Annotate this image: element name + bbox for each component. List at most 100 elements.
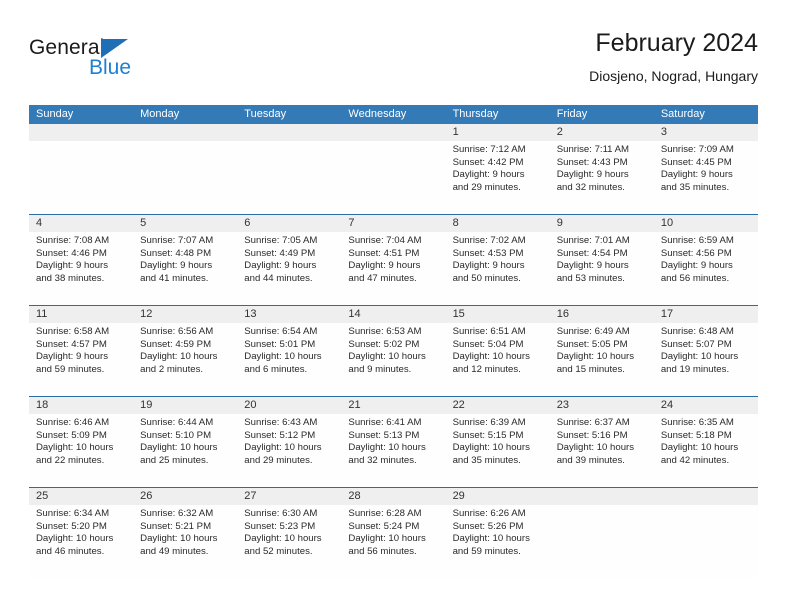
calendar-day-cell[interactable]: 3 Sunrise: 7:09 AM Sunset: 4:45 PM Daylight… (653, 124, 758, 214)
weekday-header-sunday: Sunday (36, 108, 74, 120)
weekday-header-monday: Monday (140, 108, 180, 120)
day-number: 23 (556, 399, 569, 411)
calendar-week-row: 25 Sunrise: 6:34 AM Sunset: 5:20 PM Dayligh… (29, 487, 758, 578)
daylight-text-line2: and 46 minutes. (36, 545, 105, 557)
day-number: 12 (140, 308, 153, 320)
sunset-text: Sunset: 5:16 PM (556, 429, 628, 441)
calendar-day-cell[interactable]: 29 Sunrise: 6:26 AM Sunset: 5:26 PM Dayligh… (445, 488, 550, 578)
sunrise-text: Sunrise: 6:53 AM (348, 326, 422, 337)
sunrise-text: Sunrise: 7:07 AM (140, 235, 214, 246)
sunrise-text: Sunrise: 6:46 AM (36, 417, 110, 428)
day-details: Sunrise: 6:39 AM Sunset: 5:15 PM Daylight:… (446, 414, 550, 467)
calendar-day-cell[interactable]: 16 Sunrise: 6:49 AM Sunset: 5:05 PM Dayligh… (549, 306, 654, 396)
calendar-day-cell[interactable]: 14 Sunrise: 6:53 AM Sunset: 5:02 PM Dayligh… (341, 306, 446, 396)
day-number: 22 (452, 399, 465, 411)
sunset-text: Sunset: 4:53 PM (452, 247, 524, 259)
calendar-day-cell[interactable]: 27 Sunrise: 6:30 AM Sunset: 5:23 PM Dayligh… (237, 488, 342, 578)
calendar-day-cell[interactable]: 25 Sunrise: 6:34 AM Sunset: 5:20 PM Dayligh… (29, 488, 134, 578)
day-details: Sunrise: 7:09 AM Sunset: 4:45 PM Daylight:… (654, 141, 758, 194)
day-number: 10 (660, 217, 674, 229)
daylight-text-line1: Daylight: 9 hours (660, 169, 733, 181)
calendar-day-cell[interactable]: 5 Sunrise: 7:07 AM Sunset: 4:48 PM Daylight… (133, 215, 238, 305)
calendar-day-cell[interactable]: 8 Sunrise: 7:02 AM Sunset: 4:53 PM Daylight… (445, 215, 550, 305)
day-number: 5 (140, 217, 147, 229)
sunrise-text: Sunrise: 6:41 AM (348, 417, 422, 428)
calendar-day-cell-empty (341, 124, 446, 214)
day-details: Sunrise: 7:05 AM Sunset: 4:49 PM Daylight:… (237, 232, 341, 285)
calendar-day-cell[interactable]: 10 Sunrise: 6:59 AM Sunset: 4:56 PM Dayligh… (653, 215, 758, 305)
weekday-header-thursday: Thursday (452, 108, 499, 120)
general-blue-logo: General Blue (29, 36, 239, 92)
sunset-text: Sunset: 5:07 PM (660, 338, 732, 350)
day-number-band: 28 (341, 488, 446, 505)
day-number-band: 17 (653, 306, 758, 323)
calendar-day-cell[interactable]: 21 Sunrise: 6:41 AM Sunset: 5:13 PM Dayligh… (341, 397, 446, 487)
calendar-day-cell-empty (549, 488, 654, 578)
calendar-day-cell[interactable]: 19 Sunrise: 6:44 AM Sunset: 5:10 PM Dayligh… (133, 397, 238, 487)
sunset-text: Sunset: 4:51 PM (348, 247, 420, 259)
day-number-band: 1 (445, 124, 550, 141)
calendar-grid: Sunday Monday Tuesday Wednesday Thursday Frid… (29, 105, 758, 578)
day-number: 6 (244, 217, 251, 229)
day-number-band: 22 (445, 397, 550, 414)
calendar-day-cell[interactable]: 22 Sunrise: 6:39 AM Sunset: 5:15 PM Dayligh… (445, 397, 550, 487)
day-number-band: 14 (341, 306, 446, 323)
calendar-day-cell[interactable]: 18 Sunrise: 6:46 AM Sunset: 5:09 PM Dayligh… (29, 397, 134, 487)
calendar-day-cell[interactable]: 6 Sunrise: 7:05 AM Sunset: 4:49 PM Daylight… (237, 215, 342, 305)
calendar-day-cell[interactable]: 15 Sunrise: 6:51 AM Sunset: 5:04 PM Dayligh… (445, 306, 550, 396)
calendar-day-cell[interactable]: 13 Sunrise: 6:54 AM Sunset: 5:01 PM Dayligh… (237, 306, 342, 396)
sunset-text: Sunset: 5:05 PM (556, 338, 628, 350)
daylight-text-line2: and 59 minutes. (452, 545, 521, 557)
daylight-text-line1: Daylight: 9 hours (140, 260, 213, 272)
day-number: 24 (660, 399, 674, 411)
daylight-text-line1: Daylight: 9 hours (36, 351, 108, 363)
calendar-day-cell[interactable]: 1 Sunrise: 7:12 AM Sunset: 4:42 PM Daylight… (445, 124, 550, 214)
calendar-day-cell[interactable]: 9 Sunrise: 7:01 AM Sunset: 4:54 PM Daylight… (549, 215, 654, 305)
sunset-text: Sunset: 5:20 PM (36, 520, 107, 532)
sunset-text: Sunset: 5:15 PM (452, 429, 524, 441)
daylight-text-line1: Daylight: 10 hours (244, 533, 322, 545)
calendar-day-cell[interactable]: 4 Sunrise: 7:08 AM Sunset: 4:46 PM Daylight… (29, 215, 134, 305)
day-details: Sunrise: 6:49 AM Sunset: 5:05 PM Daylight:… (550, 323, 654, 376)
calendar-week-row: 4 Sunrise: 7:08 AM Sunset: 4:46 PM Daylight… (29, 214, 758, 305)
calendar-day-cell[interactable]: 2 Sunrise: 7:11 AM Sunset: 4:43 PM Daylight… (549, 124, 654, 214)
sunset-text: Sunset: 4:59 PM (140, 338, 212, 350)
sunrise-text: Sunrise: 7:12 AM (452, 144, 526, 155)
calendar-day-cell[interactable]: 26 Sunrise: 6:32 AM Sunset: 5:21 PM Dayligh… (133, 488, 238, 578)
weekday-header-wednesday: Wednesday (348, 108, 407, 120)
calendar-day-cell[interactable]: 20 Sunrise: 6:43 AM Sunset: 5:12 PM Dayligh… (237, 397, 342, 487)
day-details: Sunrise: 6:51 AM Sunset: 5:04 PM Daylight:… (446, 323, 550, 376)
daylight-text-line2: and 35 minutes. (452, 454, 521, 466)
calendar-weeks: 1 Sunrise: 7:12 AM Sunset: 4:42 PM Daylight… (29, 124, 758, 578)
calendar-day-cell[interactable]: 11 Sunrise: 6:58 AM Sunset: 4:57 PM Dayligh… (29, 306, 134, 396)
day-number-band: 26 (133, 488, 238, 505)
calendar-day-cell[interactable]: 28 Sunrise: 6:28 AM Sunset: 5:24 PM Dayligh… (341, 488, 446, 578)
sunrise-text: Sunrise: 6:26 AM (452, 508, 526, 519)
daylight-text-line1: Daylight: 10 hours (348, 351, 426, 363)
daylight-text-line2: and 38 minutes. (36, 272, 105, 284)
calendar-day-cell[interactable]: 17 Sunrise: 6:48 AM Sunset: 5:07 PM Dayligh… (653, 306, 758, 396)
day-number-band: 8 (445, 215, 550, 232)
daylight-text-line1: Daylight: 10 hours (660, 351, 739, 363)
calendar-day-cell[interactable]: 7 Sunrise: 7:04 AM Sunset: 4:51 PM Daylight… (341, 215, 446, 305)
daylight-text-line2: and 41 minutes. (140, 272, 209, 284)
daylight-text-line2: and 12 minutes. (452, 363, 521, 375)
sunset-text: Sunset: 5:10 PM (140, 429, 212, 441)
daylight-text-line2: and 39 minutes. (556, 454, 625, 466)
sunrise-text: Sunrise: 6:39 AM (452, 417, 526, 428)
calendar-day-cell-empty (653, 488, 758, 578)
daylight-text-line1: Daylight: 10 hours (140, 442, 218, 454)
daylight-text-line1: Daylight: 10 hours (556, 351, 635, 363)
day-number-band: 29 (445, 488, 550, 505)
day-details (341, 141, 445, 144)
day-number: 1 (452, 126, 459, 138)
daylight-text-line2: and 47 minutes. (348, 272, 417, 284)
calendar-day-cell[interactable]: 23 Sunrise: 6:37 AM Sunset: 5:16 PM Dayligh… (549, 397, 654, 487)
calendar-day-cell[interactable]: 24 Sunrise: 6:35 AM Sunset: 5:18 PM Dayligh… (653, 397, 758, 487)
daylight-text-line2: and 32 minutes. (348, 454, 417, 466)
daylight-text-line1: Daylight: 9 hours (348, 260, 421, 272)
day-number-band: 18 (29, 397, 134, 414)
day-number: 21 (348, 399, 361, 411)
calendar-day-cell[interactable]: 12 Sunrise: 6:56 AM Sunset: 4:59 PM Dayligh… (133, 306, 238, 396)
day-number-band: 12 (133, 306, 238, 323)
